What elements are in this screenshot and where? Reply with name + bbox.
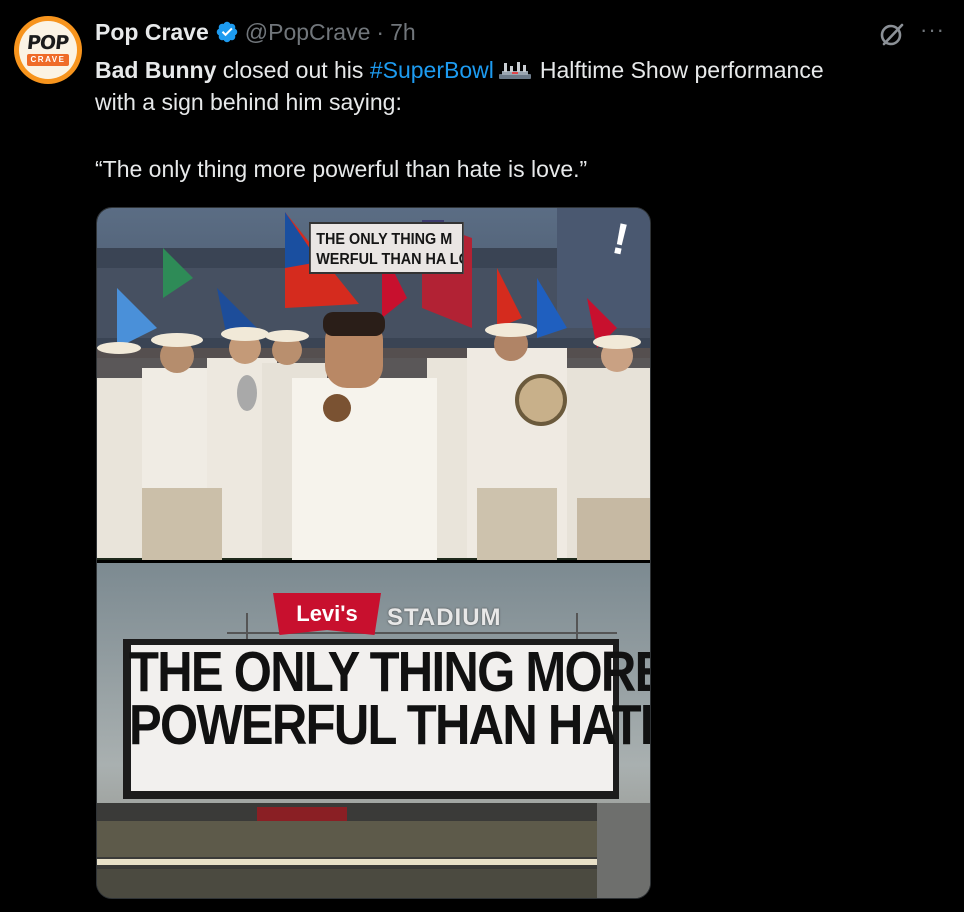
stadium-label: STADIUM [387, 604, 502, 631]
avatar-logo-crave: CRAVE [26, 54, 70, 66]
grok-icon[interactable] [878, 20, 906, 48]
tweet-text-2: Halftime Show performance [539, 57, 824, 83]
artist-name: Bad Bunny [95, 57, 217, 83]
avatar-logo-pop: POP [26, 32, 70, 54]
tweet-media[interactable]: THE ONLY THING M WERFUL THAN HA LOVE ! L… [96, 207, 651, 899]
tweet-quote: “The only thing more powerful than hate … [95, 156, 588, 182]
verified-badge-icon [216, 21, 238, 43]
stadium-sign-text: THE ONLY THING MORE POWERFUL THAN HATE I… [129, 640, 651, 757]
display-name[interactable]: Pop Crave [95, 19, 209, 46]
more-options-icon[interactable]: ··· [920, 16, 950, 44]
tweet-header: Pop Crave @PopCrave · 7h [95, 17, 416, 47]
background-sign-line-1: THE ONLY THING M [316, 231, 453, 248]
separator-dot: · [376, 18, 385, 45]
super-bowl-emoji-icon [498, 62, 531, 79]
hashtag-link[interactable]: #SuperBowl [370, 57, 494, 83]
timestamp[interactable]: 7h [390, 19, 416, 46]
levis-logo: Levi's [273, 593, 381, 635]
avatar-logo: POP CRAVE [19, 21, 77, 79]
sign-line-2: POWERFUL THAN HATE IS LOVE [129, 693, 650, 757]
background-sign-line-2: WERFUL THAN HA LOVE [316, 251, 462, 268]
tweet-text-1: closed out his [216, 57, 370, 83]
handle[interactable]: @PopCrave [245, 19, 371, 46]
tweet-line-1: Bad Bunny closed out his #SuperBowl Half… [95, 54, 935, 86]
tweet-line-2: with a sign behind him saying: [95, 89, 402, 115]
tweet-text: Bad Bunny closed out his #SuperBowl Half… [95, 54, 935, 185]
avatar[interactable]: POP CRAVE [14, 16, 82, 84]
sign-line-1: THE ONLY THING MORE [129, 640, 651, 704]
background-sign: THE ONLY THING M WERFUL THAN HA LOVE [309, 222, 464, 274]
